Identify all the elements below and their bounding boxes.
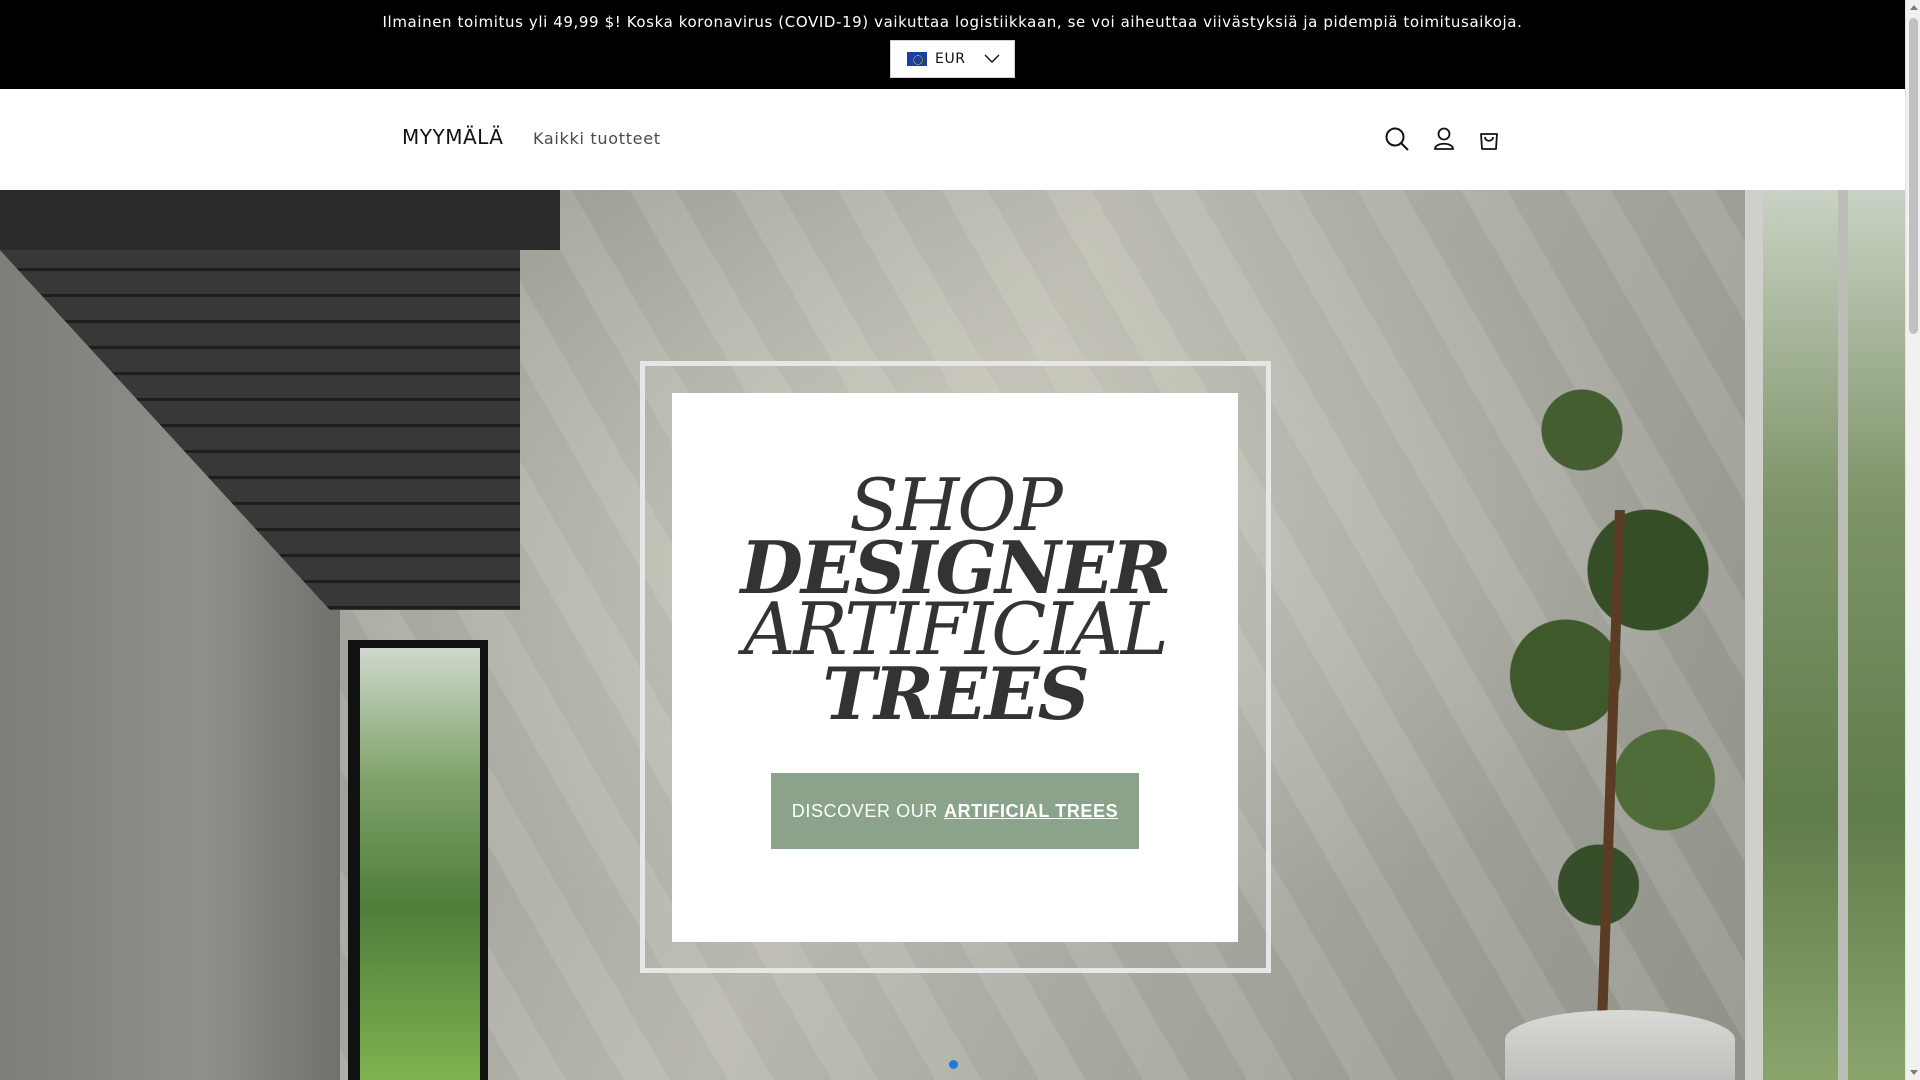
left-window-view bbox=[360, 648, 480, 1080]
promo-line-4: TREES bbox=[822, 651, 1089, 736]
promo-card: SHOP DESIGNER ARTIFICIAL TREES DISCOVER … bbox=[672, 393, 1238, 942]
currency-selector[interactable]: EUR bbox=[890, 40, 1015, 78]
discover-artificial-trees-button[interactable]: DISCOVER OUR ARTIFICIAL TREES bbox=[771, 773, 1139, 849]
page-scrollbar[interactable] bbox=[1905, 0, 1920, 1080]
account-button[interactable] bbox=[1430, 125, 1458, 153]
store-logo[interactable]: MYYMÄLÄ bbox=[402, 125, 503, 149]
search-icon bbox=[1385, 127, 1409, 151]
scroll-down-arrow-icon[interactable] bbox=[1910, 1070, 1918, 1075]
tree-pot bbox=[1505, 1010, 1735, 1080]
cart-button[interactable] bbox=[1475, 125, 1503, 153]
site-header: MYYMÄLÄ Kaikki tuotteet bbox=[0, 89, 1905, 190]
right-window-view bbox=[1760, 190, 1905, 1080]
cta-emphasis: ARTIFICIAL TREES bbox=[943, 800, 1119, 821]
announcement-text: Ilmainen toimitus yli 49,99 $! Koska kor… bbox=[382, 13, 1523, 31]
chevron-down-icon bbox=[984, 54, 1000, 63]
cta-prefix: DISCOVER OUR bbox=[791, 800, 938, 821]
eu-flag-icon bbox=[907, 52, 927, 66]
account-icon bbox=[1434, 127, 1454, 150]
right-window-mullion bbox=[1838, 190, 1848, 1080]
slide-indicator-active[interactable] bbox=[949, 1060, 958, 1069]
announcement-bar: Ilmainen toimitus yli 49,99 $! Koska kor… bbox=[0, 0, 1905, 89]
currency-label: EUR bbox=[935, 51, 966, 67]
cart-icon bbox=[1480, 133, 1498, 150]
scroll-up-arrow-icon[interactable] bbox=[1910, 5, 1918, 10]
page: Ilmainen toimitus yli 49,99 $! Koska kor… bbox=[0, 0, 1920, 1080]
search-button[interactable] bbox=[1383, 125, 1411, 153]
scrollbar-thumb[interactable] bbox=[1909, 18, 1918, 334]
nav-all-products-link[interactable]: Kaikki tuotteet bbox=[533, 129, 661, 148]
